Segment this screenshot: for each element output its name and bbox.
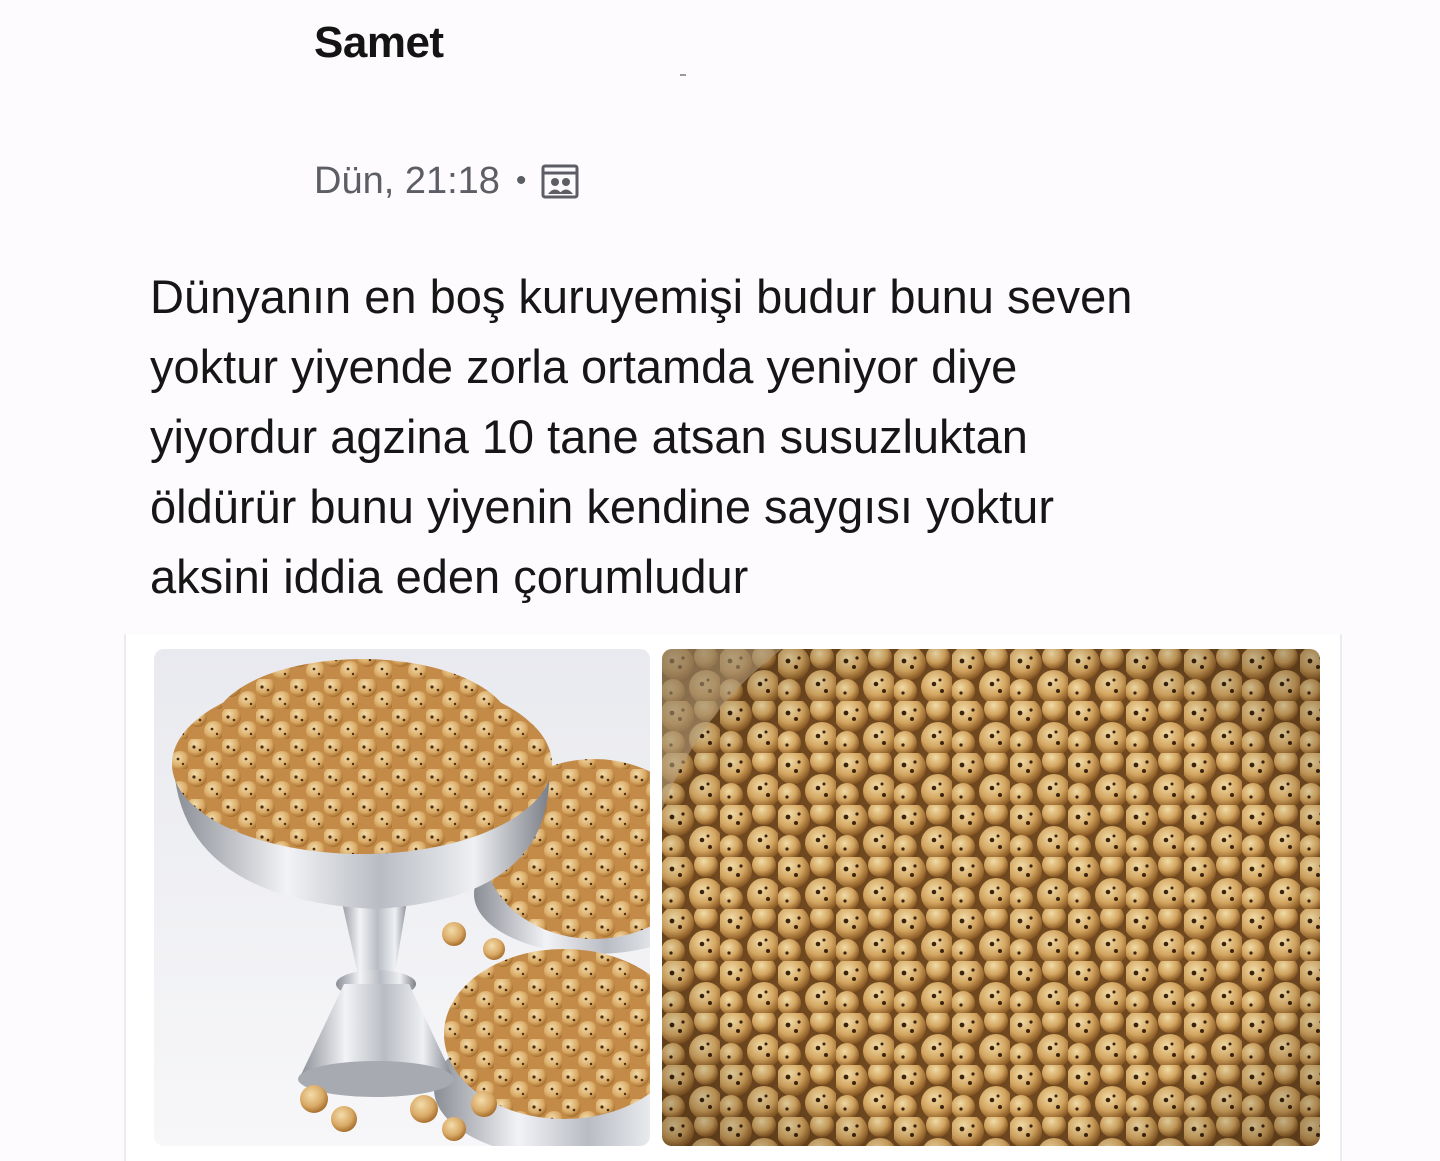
post-photo-left[interactable]: [154, 649, 650, 1146]
divider-mark: [680, 74, 686, 76]
photo-album-icon: [540, 161, 580, 201]
post-meta: Dün, 21:18 •: [314, 156, 580, 206]
author-name[interactable]: Samet: [314, 18, 444, 68]
post-photo-right[interactable]: [662, 649, 1320, 1146]
post-timestamp[interactable]: Dün, 21:18: [314, 160, 500, 203]
post-body-text: Dünyanın en boş kuruyemişi budur bunu se…: [150, 270, 1133, 603]
post-card: Samet Dün, 21:18 • Dünyanın en boş kuruy…: [0, 0, 1440, 1161]
meta-separator: •: [515, 164, 527, 197]
